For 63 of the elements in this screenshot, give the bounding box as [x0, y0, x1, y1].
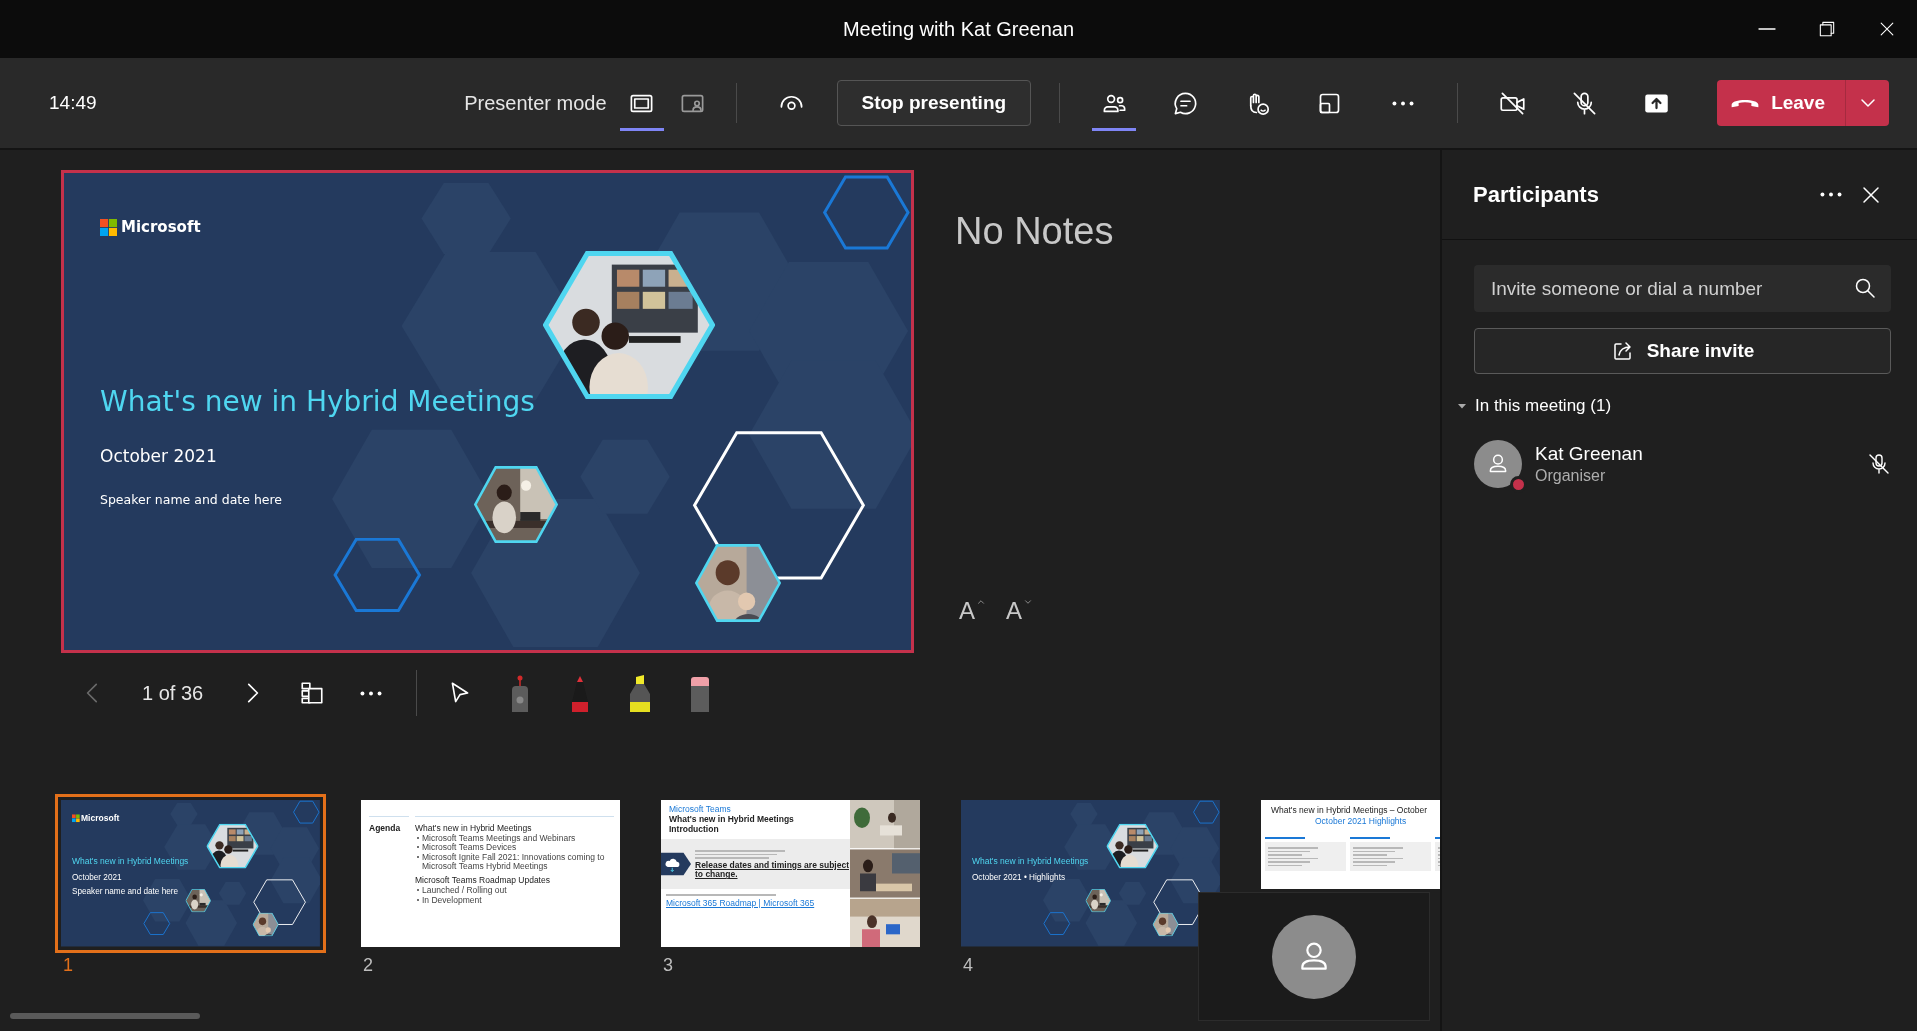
increase-font-button[interactable]: A: [955, 595, 990, 627]
slide-number: 3: [663, 955, 674, 976]
slide-date: October 2021: [71, 872, 122, 882]
eraser-icon: [688, 674, 712, 712]
participant-name: Kat Greenan: [1535, 443, 1644, 465]
logo-text: Microsoft: [81, 813, 120, 824]
camera-off-icon: [1498, 89, 1526, 117]
slide-title: What's new in Hybrid Meetings – October: [1271, 805, 1428, 815]
section-label: In this meeting (1): [1475, 396, 1612, 416]
caret-down-icon: [1023, 597, 1034, 607]
slide-number: 1: [63, 955, 74, 976]
slide-title: What's new in Hybrid Meetings: [971, 856, 1089, 867]
phone-icon: [1731, 98, 1760, 108]
slide-thumbnail[interactable]: Microsoft What's new in Hybrid Meetings October 2021 Speaker name and date here: [55, 794, 326, 953]
caret-up-icon: [976, 597, 986, 607]
agenda-item: Microsoft Teams Devices: [417, 843, 614, 853]
notes-text: No Notes: [955, 210, 1114, 253]
slide-link: Microsoft 365 Roadmap | Microsoft 365: [666, 897, 816, 908]
more-icon: [1820, 192, 1842, 197]
slide-title: What's new in Hybrid Meetings: [71, 856, 189, 867]
agenda-item: In Development: [417, 895, 614, 906]
page-counter: 1 of 36: [142, 681, 205, 705]
slide-label: Microsoft Teams: [669, 804, 732, 814]
agenda-heading: Agenda: [369, 823, 402, 833]
presenter-mode-label: Presenter mode: [464, 91, 607, 115]
slide-subtitle: Introduction: [669, 824, 720, 834]
minimize-icon: [1758, 28, 1776, 30]
slide-speaker: Speaker name and date here: [100, 492, 283, 507]
four-squares-icon: [71, 814, 80, 823]
agenda-section: What's new in Hybrid Meetings: [415, 823, 614, 833]
agenda-item: Microsoft Ignite Fall 2021: Innovations coming to Microsoft Teams Hybrid Meetings: [417, 852, 614, 872]
four-squares-icon: [100, 218, 117, 236]
share-invite-button[interactable]: Share invite: [1474, 328, 1891, 374]
stop-presenting-button[interactable]: Stop presenting: [836, 80, 1032, 126]
invite-search-field[interactable]: Invite someone or dial a number: [1474, 265, 1891, 312]
slide-number: 4: [963, 955, 974, 976]
panel-title: Participants: [1473, 181, 1600, 208]
layout-icon: [299, 680, 325, 706]
window-title: Meeting with Kat Greenan: [842, 17, 1075, 41]
slide-subtitle: October 2021 Highlights: [1315, 816, 1407, 826]
highlighter-icon: [628, 674, 652, 712]
slide-date: October 2021 • Highlights: [971, 872, 1065, 882]
more-icon: [360, 690, 382, 696]
meeting-time: 14:49: [49, 92, 97, 114]
logo-text: Microsoft: [121, 218, 201, 236]
agenda-item: Launched / Rolling out: [417, 886, 614, 896]
agenda-item: Microsoft Teams Meetings and Webinars: [417, 834, 614, 844]
participant-role: Organiser: [1535, 467, 1607, 485]
decrease-font-button[interactable]: A: [1002, 595, 1038, 627]
slide-speaker: Speaker name and date here: [71, 887, 179, 897]
caret-icon: [1457, 401, 1467, 411]
slide-date: October 2021: [100, 446, 217, 466]
slide-title: What's new in Hybrid Meetings: [669, 814, 795, 824]
scrollbar[interactable]: [10, 1013, 200, 1019]
restore-icon: [1817, 19, 1837, 39]
more-icon: [1392, 100, 1415, 106]
meeting-section-header[interactable]: In this meeting (1): [1457, 396, 1891, 416]
slide-number: 2: [363, 955, 374, 976]
search-icon: [1853, 276, 1877, 300]
agenda-section: Microsoft Teams Roadmap Updates: [415, 875, 614, 886]
slide-thumbnail[interactable]: What's new in Hybrid Meetings October 2021 • Highlights: [955, 794, 1226, 953]
slide-title: What's new in Hybrid Meetings: [100, 385, 535, 418]
slide-note: Release dates and timings are subject to change.: [695, 860, 849, 880]
